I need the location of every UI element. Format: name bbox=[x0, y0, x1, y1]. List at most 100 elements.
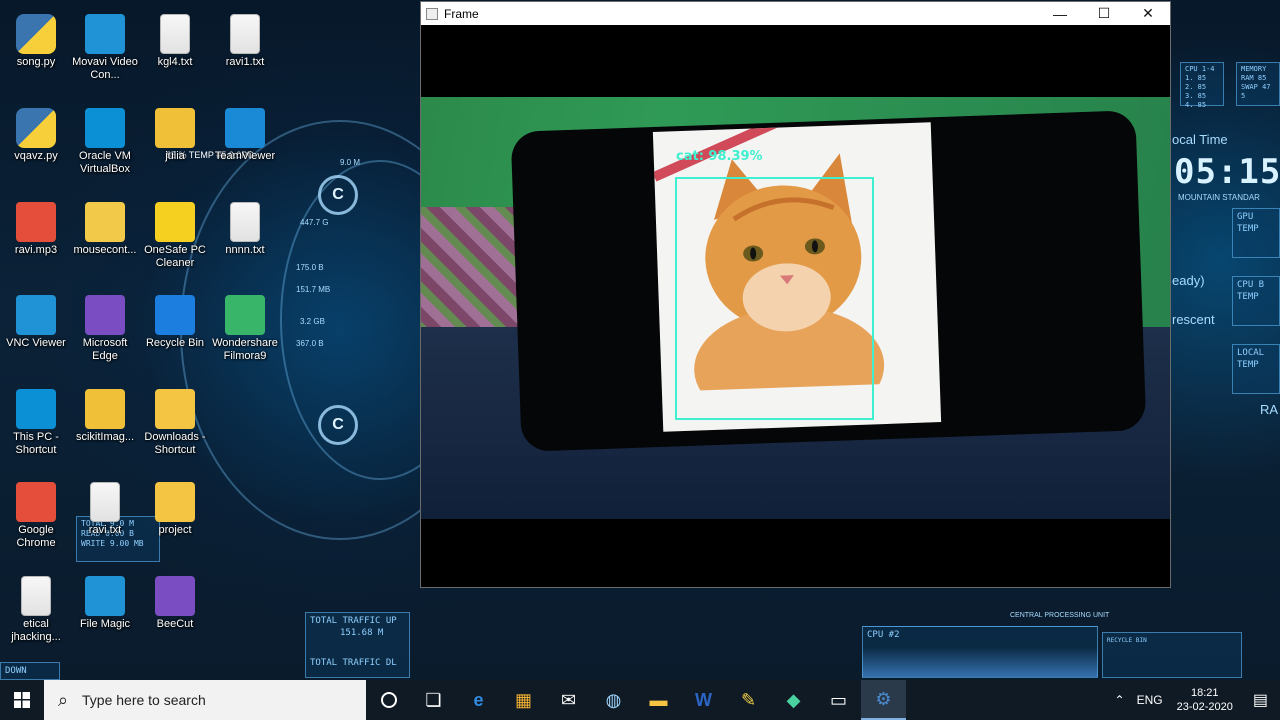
taskbar-python-active[interactable]: ⚙ bbox=[861, 680, 906, 720]
taskbar-app-globe[interactable]: ◍ bbox=[591, 680, 636, 720]
desktop-icon[interactable]: etical jhacking... bbox=[0, 572, 72, 662]
taskbar-edge[interactable]: e bbox=[456, 680, 501, 720]
desktop-icon[interactable]: This PC - Shortcut bbox=[0, 385, 72, 475]
python-icon bbox=[16, 14, 56, 54]
hud-value-6: 367.0 B bbox=[296, 339, 324, 348]
gpu-label: GPU bbox=[1237, 212, 1254, 222]
desktop-icon[interactable]: julia bbox=[139, 104, 211, 194]
taskbar-file-explorer[interactable]: ▬ bbox=[636, 680, 681, 720]
desktop-icon[interactable]: OneSafe PC Cleaner bbox=[139, 198, 211, 288]
desktop-icon[interactable]: Microsoft Edge bbox=[69, 291, 141, 381]
desktop-icon[interactable]: song.py bbox=[0, 10, 72, 100]
desktop-icon[interactable]: ravi1.txt bbox=[209, 10, 281, 100]
detection-label: cat: 98.39% bbox=[676, 149, 763, 164]
cortana-circle-icon bbox=[380, 692, 397, 708]
cpu-procs-label: CENTRAL PROCESSING UNIT bbox=[1010, 612, 1110, 619]
frame-window[interactable]: Frame — ☐ ✕ cat: 98.39% bbox=[420, 1, 1171, 588]
desktop-icon-label: etical jhacking... bbox=[11, 618, 61, 643]
title-bar[interactable]: Frame — ☐ ✕ bbox=[421, 2, 1170, 25]
desktop-icon-label: Google Chrome bbox=[16, 524, 56, 549]
desktop-icon[interactable]: Downloads - Shortcut bbox=[139, 385, 211, 475]
app-icon bbox=[85, 295, 125, 335]
close-button[interactable]: ✕ bbox=[1126, 2, 1170, 25]
desktop-icon[interactable]: Oracle VM VirtualBox bbox=[69, 104, 141, 194]
taskbar-terminal[interactable]: ▭ bbox=[816, 680, 861, 720]
file-icon bbox=[90, 482, 120, 522]
windows-logo-icon bbox=[14, 692, 30, 708]
search-placeholder: Type here to search bbox=[82, 692, 206, 708]
tray-overflow-chevron-icon[interactable]: ⌃ bbox=[1109, 693, 1131, 707]
minimize-button[interactable]: — bbox=[1038, 2, 1082, 25]
desktop-icon-label: julia bbox=[165, 150, 185, 162]
desktop-icon[interactable]: kgl4.txt bbox=[139, 10, 211, 100]
local-time-label: ocal Time bbox=[1172, 132, 1228, 147]
desktop-icon[interactable]: TeamViewer bbox=[209, 104, 281, 194]
desktop-icon[interactable]: scikitImag... bbox=[69, 385, 141, 475]
desktop-icon[interactable]: Recycle Bin bbox=[139, 291, 211, 381]
desktop-icon-label: project bbox=[158, 524, 192, 536]
file-icon bbox=[230, 202, 260, 242]
desktop-icon-label: This PC - Shortcut bbox=[13, 431, 59, 456]
app-icon bbox=[85, 14, 125, 54]
app-icon bbox=[85, 389, 125, 429]
start-button[interactable] bbox=[0, 680, 44, 720]
desktop-icon[interactable]: vqavz.py bbox=[0, 104, 72, 194]
crescent-label: rescent bbox=[1172, 312, 1215, 327]
clock-time: 18:21 bbox=[1190, 687, 1219, 699]
python-icon: ⚙ bbox=[875, 688, 892, 709]
desktop-icon-label: TeamViewer bbox=[214, 150, 276, 162]
desktop-icon-label: VNC Viewer bbox=[6, 337, 66, 349]
taskbar-store[interactable]: ▦ bbox=[501, 680, 546, 720]
language-indicator[interactable]: ENG bbox=[1131, 693, 1169, 707]
desktop-icon-label: ravi.txt bbox=[88, 524, 122, 536]
clock-date: 23-02-2020 bbox=[1176, 701, 1233, 713]
mountain-label: MOUNTAIN STANDAR bbox=[1178, 193, 1260, 202]
down-label: DOWN bbox=[5, 666, 27, 676]
taskbar: ⌕ Type here to search ❏ e ▦ ✉ ◍ ▬ W ✎ ◆ … bbox=[0, 680, 1280, 720]
taskbar-search[interactable]: ⌕ Type here to search bbox=[44, 680, 366, 720]
taskbar-python-idle[interactable]: ✎ bbox=[726, 680, 771, 720]
window-title: Frame bbox=[444, 6, 479, 21]
app-icon bbox=[155, 576, 195, 616]
ra-label: RA bbox=[1260, 402, 1279, 417]
taskbar-mail[interactable]: ✉ bbox=[546, 680, 591, 720]
camera-frame: cat: 98.39% bbox=[421, 97, 1170, 519]
desktop-icon[interactable]: nnnn.txt bbox=[209, 198, 281, 288]
desktop-icon-label: Recycle Bin bbox=[145, 337, 205, 349]
local-label: LOCAL bbox=[1237, 348, 1265, 358]
traffic-panel: TOTAL TRAFFIC UP 151.68 M TOTAL TRAFFIC … bbox=[305, 612, 410, 678]
desktop-icon-label: BeeCut bbox=[156, 618, 194, 630]
recycle-panel: RECYCLE BIN bbox=[1102, 632, 1242, 678]
taskbar-clock[interactable]: 18:21 23-02-2020 bbox=[1169, 686, 1241, 714]
maximize-button[interactable]: ☐ bbox=[1082, 2, 1126, 25]
desktop-icon[interactable]: mousecont... bbox=[69, 198, 141, 288]
desktop-icon[interactable]: project bbox=[139, 478, 211, 568]
desktop-icon[interactable]: ravi.mp3 bbox=[0, 198, 72, 288]
python-file-icon: ✎ bbox=[740, 689, 757, 710]
store-bag-icon: ▦ bbox=[514, 689, 532, 710]
desktop-icon[interactable]: BeeCut bbox=[139, 572, 211, 662]
filmora-icon: ◆ bbox=[786, 689, 801, 710]
desktop-icon[interactable]: ravi.txt bbox=[69, 478, 141, 568]
app-icon bbox=[16, 295, 56, 335]
desktop-icon[interactable]: Google Chrome bbox=[0, 478, 72, 568]
desktop-icon-label: ravi1.txt bbox=[225, 56, 265, 68]
desktop-icon[interactable]: VNC Viewer bbox=[0, 291, 72, 381]
app-icon bbox=[225, 108, 265, 148]
app-icon bbox=[16, 389, 56, 429]
notification-icon[interactable]: ▤ bbox=[1241, 690, 1280, 710]
app-icon bbox=[16, 482, 56, 522]
desktop-icon[interactable]: Wondershare Filmora9 bbox=[209, 291, 281, 381]
taskbar-filmora[interactable]: ◆ bbox=[771, 680, 816, 720]
gauge-c-top: C bbox=[318, 175, 358, 215]
window-app-icon bbox=[426, 7, 438, 20]
desktop-icon[interactable]: File Magic bbox=[69, 572, 141, 662]
cortana-button[interactable] bbox=[366, 680, 411, 720]
desktop-icon-label: Wondershare Filmora9 bbox=[212, 337, 278, 362]
wallpaper-clock: 05:15 bbox=[1174, 152, 1280, 192]
media-icon bbox=[16, 202, 56, 242]
desktop-icon[interactable]: Movavi Video Con... bbox=[69, 10, 141, 100]
taskbar-word[interactable]: W bbox=[681, 680, 726, 720]
task-view-button[interactable]: ❏ bbox=[411, 680, 456, 720]
local-temp-label: TEMP bbox=[1237, 360, 1259, 370]
